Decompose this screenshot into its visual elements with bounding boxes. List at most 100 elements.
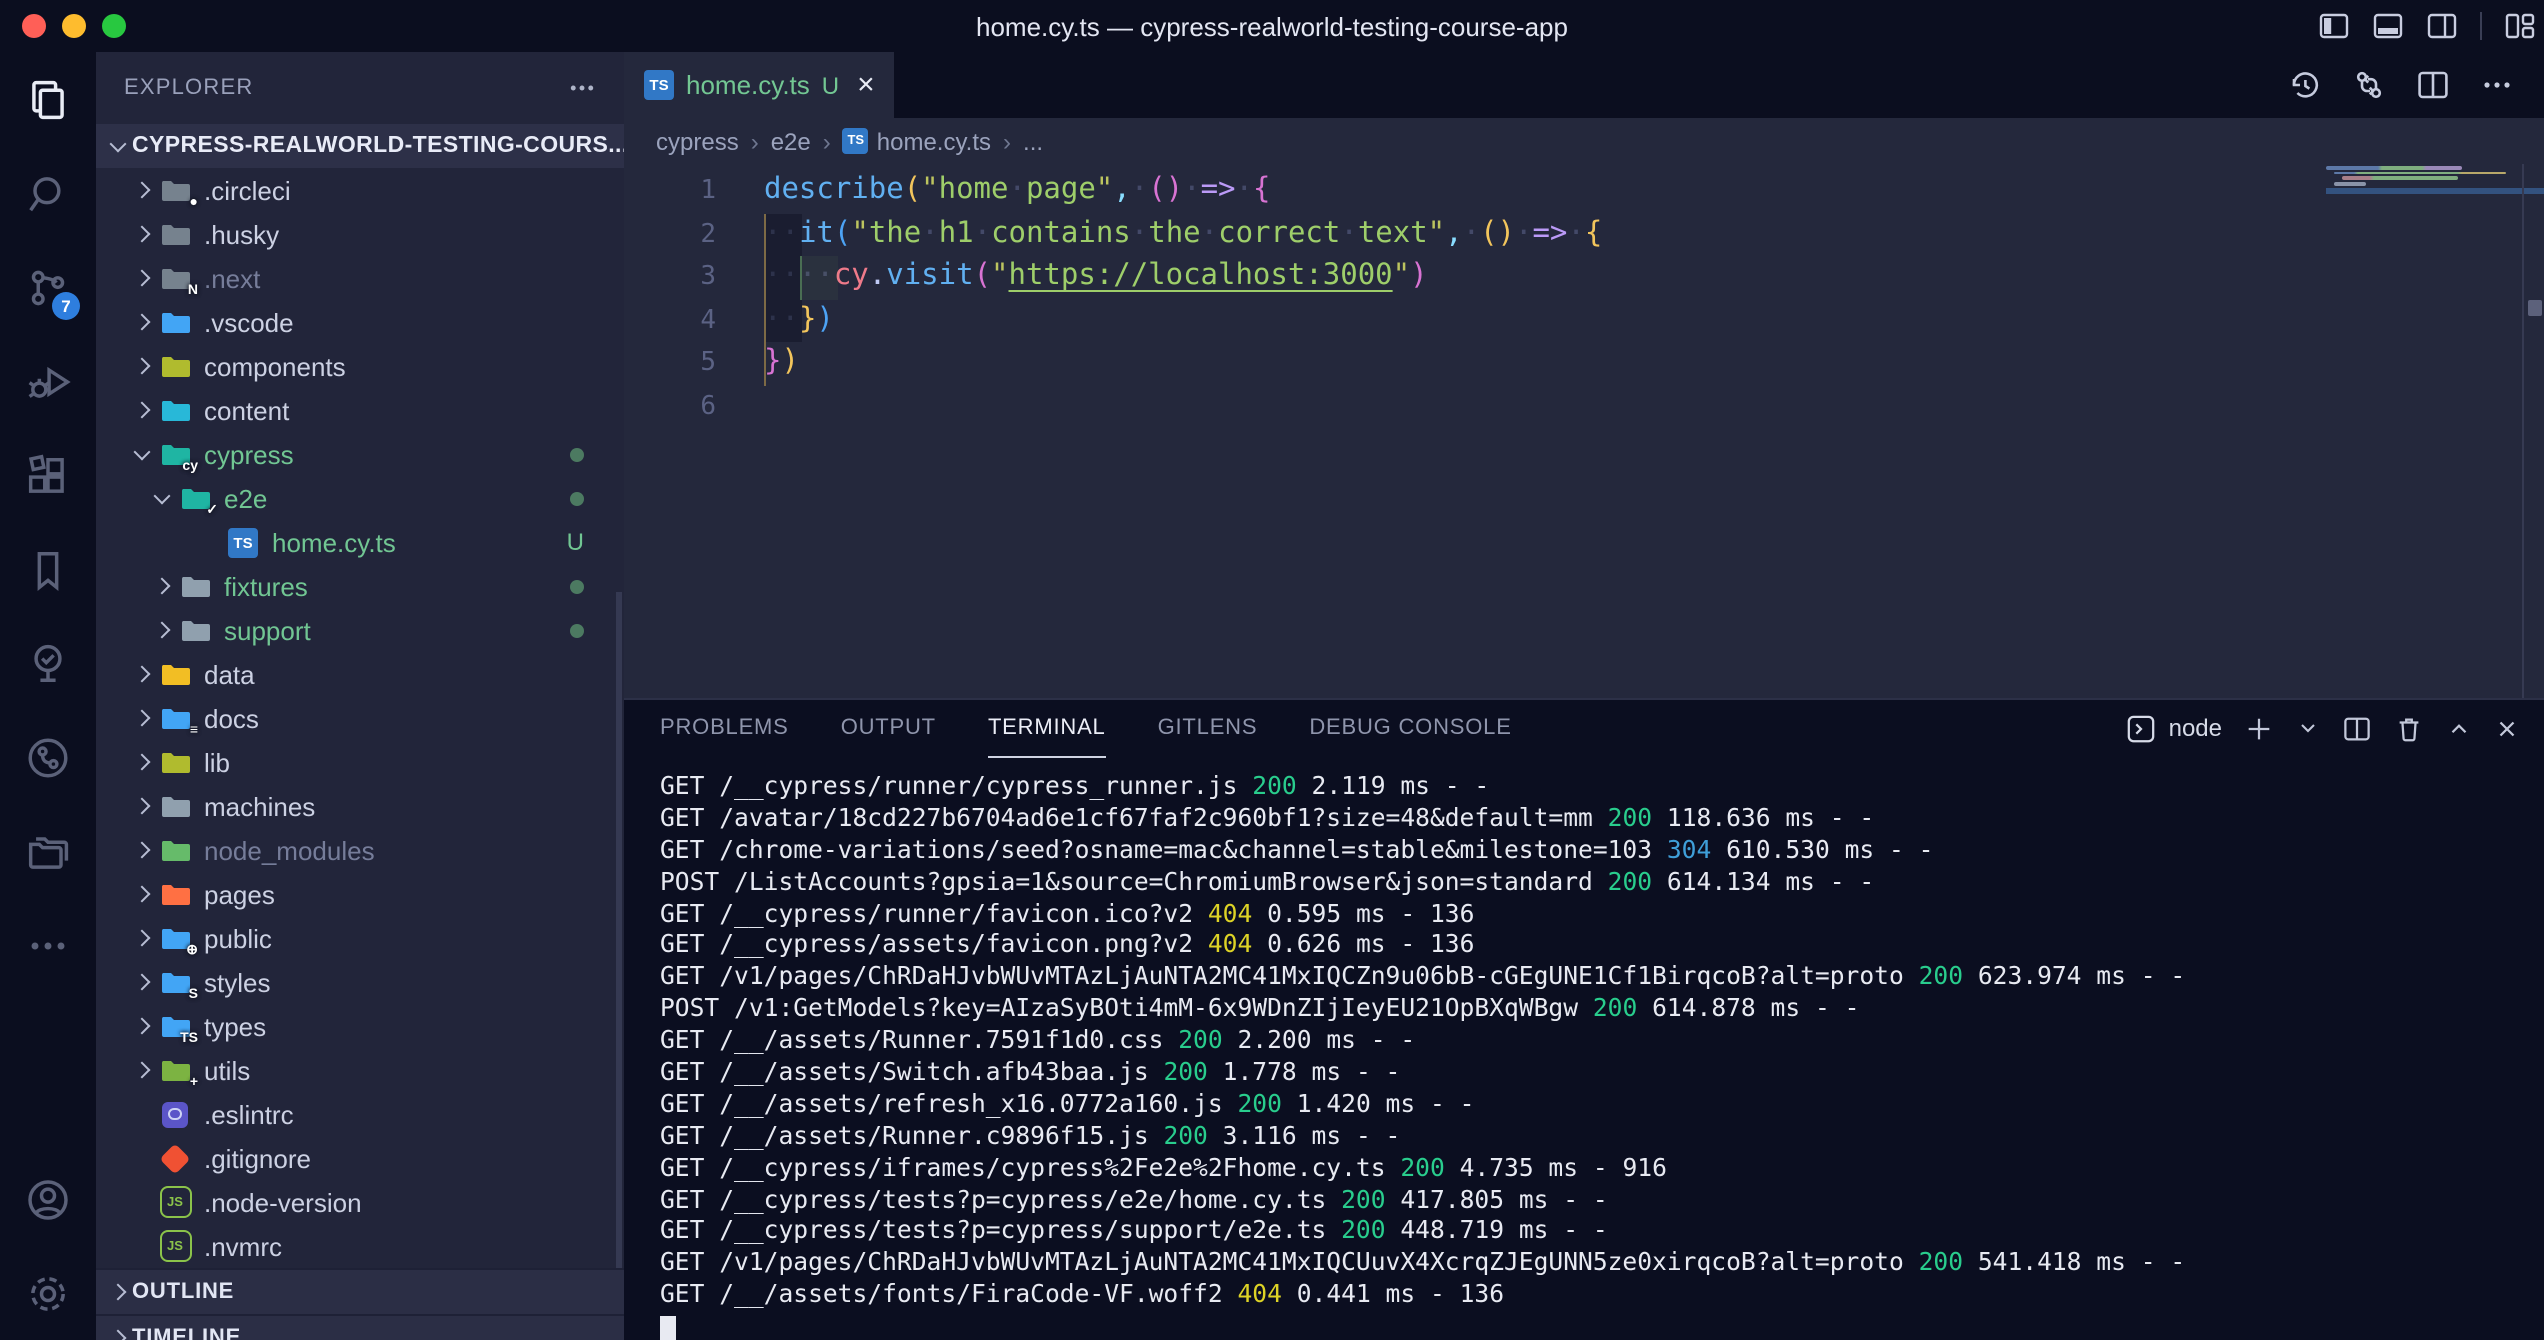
tab-home-cy-ts[interactable]: TS home.cy.ts U ×: [624, 52, 895, 118]
sidebar-scrollbar[interactable]: [616, 592, 622, 1340]
breadcrumb-item-cypress[interactable]: cypress: [656, 127, 739, 155]
tree-item-.eslintrc[interactable]: .eslintrc: [96, 1092, 624, 1136]
tree-item-.circleci[interactable]: ●.circleci: [96, 168, 624, 212]
settings-gear-icon[interactable]: [0, 1246, 96, 1340]
new-terminal-icon[interactable]: [2244, 713, 2274, 743]
minimize-window-button[interactable]: [62, 14, 86, 38]
chevron-right-icon: [104, 1278, 132, 1306]
layout-controls: [2318, 0, 2536, 52]
tree-item-.next[interactable]: N.next: [96, 256, 624, 300]
terminal-shell-selector[interactable]: node: [2127, 713, 2222, 743]
terminal-output[interactable]: GET /__cypress/runner/cypress_runner.js …: [624, 756, 2544, 1340]
chevron-placeholder: [196, 528, 224, 556]
tree-item-label: pages: [204, 879, 275, 909]
code-text: }): [716, 342, 799, 385]
tree-item-.node-version[interactable]: JS.node-version: [96, 1180, 624, 1224]
scrollbar-thumb[interactable]: [2527, 300, 2541, 316]
minimap-slider[interactable]: [2326, 187, 2544, 194]
close-tab-icon[interactable]: ×: [857, 70, 875, 100]
chevron-right-icon: [104, 1324, 132, 1340]
bracket-guide-gold: [764, 213, 767, 385]
customize-layout-icon[interactable]: [2504, 10, 2536, 42]
tree-item-.vscode[interactable]: .vscode: [96, 300, 624, 344]
terminal-line-15: GET /__cypress/tests?p=cypress/support/e…: [660, 1217, 2544, 1249]
tree-item-label: fixtures: [224, 571, 308, 601]
extensions-icon[interactable]: [0, 428, 96, 522]
toggle-panel-icon[interactable]: [2372, 10, 2404, 42]
toggle-sidebar-icon[interactable]: [2318, 10, 2350, 42]
code-lines: 1describe("home·page",·()·=>·{2··it("the…: [624, 170, 2544, 428]
tree-item-utils[interactable]: +utils: [96, 1048, 624, 1092]
code-editor[interactable]: 1describe("home·page",·()·=>·{2··it("the…: [624, 164, 2544, 698]
search-icon[interactable]: [0, 146, 96, 240]
code-line-3: 3····cy.visit("https://localhost:3000"): [624, 256, 2544, 299]
terminal-dropdown-icon[interactable]: [2296, 716, 2320, 740]
tree-item-machines[interactable]: machines: [96, 784, 624, 828]
accounts-icon[interactable]: [0, 1152, 96, 1246]
tree-item-.gitignore[interactable]: .gitignore: [96, 1136, 624, 1180]
tree-item-data[interactable]: data: [96, 652, 624, 696]
kill-terminal-icon[interactable]: [2394, 713, 2424, 743]
chevron-right-icon: [128, 1012, 156, 1040]
line-number: 5: [624, 342, 716, 385]
tree-item-pages[interactable]: pages: [96, 872, 624, 916]
tree-item-components[interactable]: components: [96, 344, 624, 388]
panel-tab-terminal[interactable]: TERMINAL: [988, 700, 1106, 758]
testing-tree-icon[interactable]: [0, 616, 96, 710]
run-and-debug-icon[interactable]: [0, 334, 96, 428]
tree-item-docs[interactable]: ≡docs: [96, 696, 624, 740]
compare-changes-icon[interactable]: [2352, 68, 2386, 102]
code-line-5: 5}): [624, 342, 2544, 385]
timeline-history-icon[interactable]: [2288, 68, 2322, 102]
chevron-right-icon: [128, 660, 156, 688]
timeline-section-header[interactable]: TIMELINE: [96, 1314, 624, 1340]
source-control-icon[interactable]: 7: [0, 240, 96, 334]
minimap[interactable]: [2326, 166, 2520, 246]
tree-item-e2e[interactable]: ✓e2e: [96, 476, 624, 520]
terminal-line-16: GET /v1/pages/ChRDaHJvbWUvMTAzLjAuNTA2MC…: [660, 1249, 2544, 1281]
more-views-icon[interactable]: [0, 898, 96, 992]
project-root-row[interactable]: CYPRESS-REALWORLD-TESTING-COURS...: [96, 124, 624, 168]
outline-section-header[interactable]: OUTLINE: [96, 1268, 624, 1314]
chevron-right-icon: [128, 924, 156, 952]
split-editor-icon[interactable]: [2416, 68, 2450, 102]
close-panel-icon[interactable]: [2494, 715, 2520, 741]
explorer-more-actions-icon[interactable]: [568, 74, 596, 102]
tree-item-cypress[interactable]: cycypress: [96, 432, 624, 476]
zoom-window-button[interactable]: [102, 14, 126, 38]
breadcrumb-item--[interactable]: ...: [1023, 127, 1043, 155]
tree-item-content[interactable]: content: [96, 388, 624, 432]
tree-item-label: node_modules: [204, 835, 375, 865]
tree-item-fixtures[interactable]: fixtures: [96, 564, 624, 608]
tree-item-lib[interactable]: lib: [96, 740, 624, 784]
panel-tab-debug-console[interactable]: DEBUG CONSOLE: [1309, 700, 1511, 758]
breadcrumb-item-e2e[interactable]: e2e: [771, 127, 811, 155]
panel-tab-problems[interactable]: PROBLEMS: [660, 700, 789, 758]
breadcrumb-item-home-cy-ts[interactable]: TShome.cy.ts: [843, 127, 991, 155]
more-actions-icon[interactable]: [2480, 68, 2514, 102]
gitlens-icon[interactable]: [0, 710, 96, 804]
tree-item-home.cy.ts[interactable]: TShome.cy.tsU: [96, 520, 624, 564]
tree-item-types[interactable]: TStypes: [96, 1004, 624, 1048]
explorer-icon[interactable]: [0, 52, 96, 146]
split-terminal-icon[interactable]: [2342, 713, 2372, 743]
tree-item-.husky[interactable]: .husky: [96, 212, 624, 256]
panel-tab-gitlens[interactable]: GITLENS: [1158, 700, 1258, 758]
tree-item-styles[interactable]: Sstyles: [96, 960, 624, 1004]
project-folders-icon[interactable]: [0, 804, 96, 898]
chevron-right-icon: [128, 836, 156, 864]
bookmarks-icon[interactable]: [0, 522, 96, 616]
close-window-button[interactable]: [22, 14, 46, 38]
tree-item-node_modules[interactable]: node_modules: [96, 828, 624, 872]
tree-item-support[interactable]: support: [96, 608, 624, 652]
chevron-right-icon: [128, 176, 156, 204]
panel-tab-output[interactable]: OUTPUT: [841, 700, 936, 758]
overview-ruler[interactable]: [2522, 164, 2544, 698]
tree-item-public[interactable]: ⊕public: [96, 916, 624, 960]
tree-item-.nvmrc[interactable]: JS.nvmrc: [96, 1224, 624, 1268]
folder-badge: TS: [180, 1032, 198, 1046]
chevron-right-icon: [148, 572, 176, 600]
folder-icon: ⊕: [158, 922, 192, 954]
maximize-panel-icon[interactable]: [2446, 715, 2472, 741]
toggle-secondary-sidebar-icon[interactable]: [2426, 10, 2458, 42]
